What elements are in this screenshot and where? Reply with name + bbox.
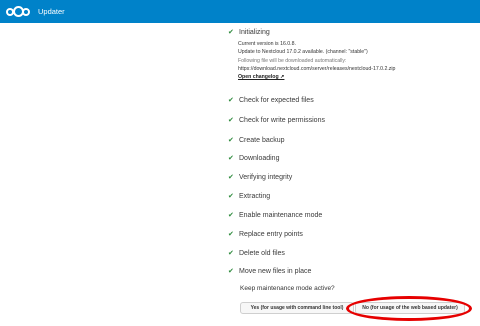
step-initializing: ✔ Initializing: [228, 28, 270, 37]
check-icon: ✔: [228, 96, 234, 104]
maintenance-question: Keep maintenance mode active?: [240, 285, 335, 292]
step-verifying-integrity: ✔ Verifying integrity: [228, 173, 292, 182]
step-label: Replace entry points: [239, 231, 303, 238]
step-enable-maintenance-mode: ✔ Enable maintenance mode: [228, 211, 322, 220]
step-label: Extracting: [239, 193, 271, 200]
check-icon: ✔: [228, 28, 234, 36]
check-icon: ✔: [228, 211, 234, 219]
step-label: Enable maintenance mode: [239, 212, 323, 219]
step-delete-old-files: ✔ Delete old files: [228, 249, 285, 258]
download-note-text: Following file will be downloaded automa…: [238, 57, 347, 64]
nextcloud-logo-icon: [6, 5, 30, 18]
app-title: Updater: [38, 7, 65, 16]
step-label: Check for write permissions: [239, 117, 325, 124]
step-label: Delete old files: [239, 250, 285, 257]
step-label: Check for expected files: [239, 97, 314, 104]
check-icon: ✔: [228, 173, 234, 181]
check-icon: ✔: [228, 267, 234, 275]
keep-maintenance-no-button[interactable]: No (for usage of the web based updater): [355, 302, 465, 314]
current-version-text: Current version is 16.0.8.: [238, 41, 296, 47]
check-icon: ✔: [228, 154, 234, 162]
step-label: Move new files in place: [239, 268, 312, 275]
step-check-write-permissions: ✔ Check for write permissions: [228, 116, 325, 125]
step-downloading: ✔ Downloading: [228, 154, 279, 163]
keep-maintenance-yes-button[interactable]: Yes (for usage with command line tool): [240, 302, 354, 314]
step-label: Verifying integrity: [239, 174, 293, 181]
step-extracting: ✔ Extracting: [228, 192, 270, 201]
app-header: Updater: [0, 0, 480, 23]
initializing-details: Current version is 16.0.8. Update to Nex…: [238, 40, 478, 81]
step-label: Create backup: [239, 137, 285, 144]
step-label: Downloading: [239, 155, 280, 162]
step-check-expected-files: ✔ Check for expected files: [228, 96, 314, 105]
check-icon: ✔: [228, 249, 234, 257]
check-icon: ✔: [228, 116, 234, 124]
check-icon: ✔: [228, 192, 234, 200]
check-icon: ✔: [228, 136, 234, 144]
update-available-text: Update to Nextcloud 17.0.2 available. (c…: [238, 49, 368, 56]
step-create-backup: ✔ Create backup: [228, 136, 285, 145]
open-changelog-link[interactable]: Open changelog ↗: [238, 73, 478, 81]
download-url-text: https://download.nextcloud.com/server/re…: [238, 65, 396, 72]
step-replace-entry-points: ✔ Replace entry points: [228, 230, 303, 239]
step-move-new-files: ✔ Move new files in place: [228, 267, 311, 276]
step-label: Initializing: [239, 29, 270, 36]
check-icon: ✔: [228, 230, 234, 238]
